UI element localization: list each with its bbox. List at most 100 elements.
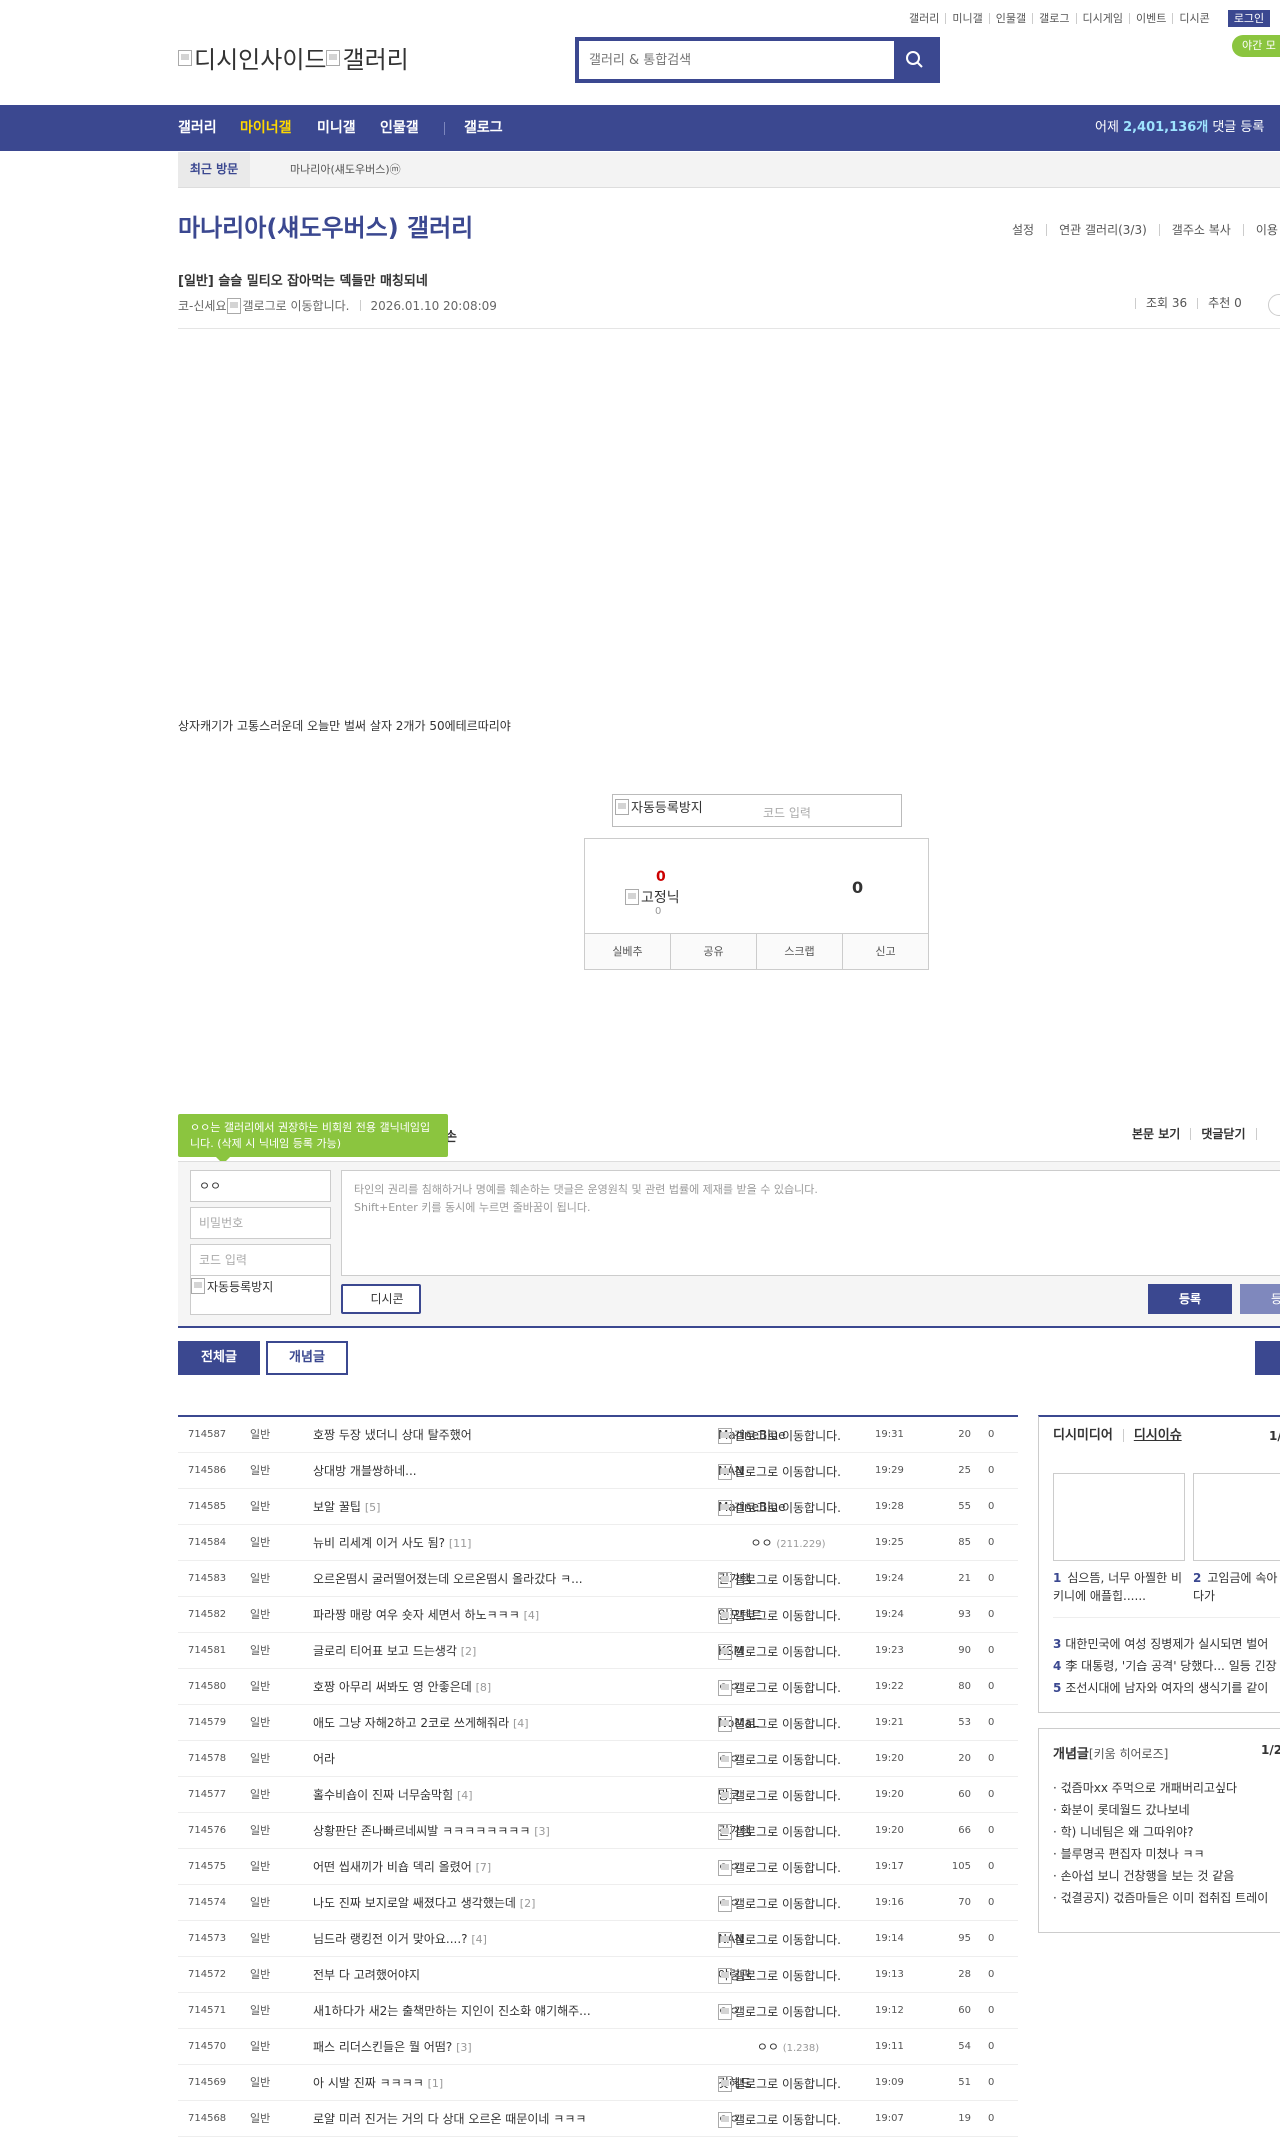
table-row[interactable]: 714571 일반 새1하다가 새2는 출책만하는 지인이 진소화 얘기해주... …: [178, 1993, 1018, 2029]
post-title-link[interactable]: 님드라 랭킹전 이거 맞아요....? [4]: [313, 1921, 487, 1957]
table-row[interactable]: 714586 일반 상대방 개블쌍하네... NAN 갤로그로 이동합니다. 19:29…: [178, 1453, 1018, 1489]
captcha-code-input[interactable]: 코드 입력: [763, 804, 811, 821]
post-title-link[interactable]: 아 시발 진짜 ㅋㅋㅋㅋ [1]: [313, 2065, 443, 2101]
reply-count[interactable]: [8]: [476, 1681, 492, 1694]
recent-visit-item[interactable]: 마나리아(섀도우버스)ⓜ: [290, 152, 401, 187]
post-writer[interactable]: ㅇㅇ갤로그로 이동합니다.: [718, 1669, 858, 1705]
post-title-link[interactable]: 홀수비숍이 진짜 너무숨막힘 [4]: [313, 1777, 473, 1813]
post-writer[interactable]: ㅇㅇ (211.229): [718, 1525, 858, 1561]
reply-count[interactable]: [4]: [513, 1717, 529, 1730]
reply-count[interactable]: [4]: [457, 1789, 473, 1802]
post-title-link[interactable]: 뉴비 리세계 이거 사도 됨? [11]: [313, 1525, 471, 1561]
related-gallery-link[interactable]: 연관 갤러리(3/3): [1047, 224, 1160, 236]
media-caption-2[interactable]: 2고임금에 속아 업소 갔다가: [1193, 1569, 1280, 1605]
media-thumb-1[interactable]: [1053, 1473, 1185, 1561]
tab-dc-issue[interactable]: 디시이슈: [1124, 1429, 1182, 1442]
tab-all-posts[interactable]: 전체글: [178, 1341, 260, 1375]
media-thumb-2[interactable]: [1193, 1473, 1280, 1561]
reply-count[interactable]: [2]: [461, 1645, 477, 1658]
nav-minor-gallery[interactable]: 마이너갤: [240, 105, 292, 151]
reply-count[interactable]: [3]: [534, 1825, 550, 1838]
table-row[interactable]: 714572 일반 전부 다 고려했어야지 야령관 갤로그로 이동합니다. 19:13 2…: [178, 1957, 1018, 1993]
post-title-link[interactable]: 전부 다 고려했어야지: [313, 1957, 420, 1993]
post-writer[interactable]: 임포텐트 갤로그로 이동합니다.: [718, 1597, 858, 1633]
view-body-button[interactable]: 본문 보기: [1122, 1128, 1192, 1140]
gallog-icon[interactable]: [226, 297, 241, 314]
post-writer[interactable]: ㅇㅇ (1.238): [718, 2029, 858, 2065]
copy-address-link[interactable]: 갤주소 복사: [1160, 224, 1244, 236]
post-title-link[interactable]: 보알 꿀팁 [5]: [313, 1489, 380, 1525]
post-title-link[interactable]: 호짱 두장 냈더니 상대 탈주했어: [313, 1417, 472, 1453]
comment-submit-button[interactable]: 등록: [1148, 1284, 1232, 1314]
top-menu-item[interactable]: 디시콘: [1173, 13, 1215, 24]
writer-gallog-link[interactable]: 갤로그로 이동합니다.: [718, 1994, 841, 2030]
tab-dc-media[interactable]: 디시미디어: [1053, 1429, 1124, 1442]
post-title-link[interactable]: 오르온떰시 굴러떨어졌는데 오르온떰시 올라갔다 ㅋ...: [313, 1561, 583, 1597]
media-list-item[interactable]: 4李 대통령, '기습 공격' 당했다... 일등 긴장: [1053, 1657, 1277, 1674]
gallery-settings-link[interactable]: 설정: [1000, 224, 1048, 236]
post-writer[interactable]: ㅇㅇ갤로그로 이동합니다.: [718, 1993, 858, 2029]
post-writer[interactable]: MarineBlue 갤로그로 이동합니다.: [718, 1489, 858, 1525]
concept-list-item[interactable]: · 걳즘마xx 주먹으로 개패버리고싶다: [1053, 1779, 1237, 1796]
search-button[interactable]: [894, 41, 936, 79]
writer-gallog-link[interactable]: 갤로그로 이동합니다.: [718, 1418, 841, 1454]
post-writer[interactable]: KSM 갤로그로 이동합니다.: [718, 1633, 858, 1669]
post-writer[interactable]: 길가행 갤로그로 이동합니다.: [718, 1813, 858, 1849]
tab-concept-posts[interactable]: 개념글: [266, 1341, 348, 1375]
table-row[interactable]: 714580 일반 호짱 아무리 써봐도 영 안좋은데 [8] ㅇㅇ 갤로그로 이동합니…: [178, 1669, 1018, 1705]
table-row[interactable]: 714579 일반 애도 그냥 자해2하고 2코로 쓰게해줘라 [4] NoMaL 갤로…: [178, 1705, 1018, 1741]
post-title-link[interactable]: 패스 리더스킨들은 뭘 어떰? [3]: [313, 2029, 472, 2065]
post-writer[interactable]: NoMaL 갤로그로 이동합니다.: [718, 1705, 858, 1741]
dccon-button[interactable]: 디시콘: [341, 1284, 421, 1314]
close-comments-button[interactable]: 댓글닫기: [1191, 1128, 1257, 1140]
nav-gallog[interactable]: 갤로그: [464, 105, 503, 151]
comment-submit-recommend-button[interactable]: 등록: [1240, 1284, 1280, 1314]
top-menu-item[interactable]: 미니갤: [946, 12, 990, 24]
post-writer[interactable]: NAN 갤로그로 이동합니다.: [718, 1921, 858, 1957]
gallery-title[interactable]: 마나리아(섀도우버스) 갤러리: [178, 208, 473, 243]
top-menu-item[interactable]: 갤로그: [1033, 12, 1077, 24]
report-button[interactable]: 신고: [843, 934, 928, 969]
writer-gallog-link[interactable]: 갤로그로 이동합니다.: [718, 1706, 841, 1742]
post-writer[interactable]: ㅇㅇ갤로그로 이동합니다.: [718, 1849, 858, 1885]
nav-gallery[interactable]: 갤러리: [178, 105, 217, 151]
post-title-link[interactable]: 글로리 티어표 보고 드는생각 [2]: [313, 1633, 476, 1669]
post-more-button[interactable]: [1268, 294, 1280, 316]
writer-gallog-link[interactable]: 갤로그로 이동합니다.: [718, 1814, 841, 1850]
table-row[interactable]: 714568 일반 로얄 미러 진거는 거의 다 상대 오르온 때문이네 ㅋㅋㅋ ㅇ…: [178, 2101, 1018, 2137]
table-row[interactable]: 714581 일반 글로리 티어표 보고 드는생각 [2] KSM 갤로그로 이동합니다…: [178, 1633, 1018, 1669]
reply-count[interactable]: [1]: [428, 2077, 444, 2090]
writer-gallog-link[interactable]: 갤로그로 이동합니다.: [718, 1490, 841, 1526]
reply-count[interactable]: [7]: [476, 1861, 492, 1874]
concept-list-item[interactable]: · 블루명곡 편집자 미쳤나 ㅋㅋ: [1053, 1845, 1205, 1862]
table-row[interactable]: 714577 일반 홀수비숍이 진짜 너무숨막힘 [4] 망코 갤로그로 이동합니다. 1…: [178, 1777, 1018, 1813]
top-menu-item[interactable]: 인물갤: [990, 12, 1034, 24]
share-button[interactable]: 공유: [671, 934, 757, 969]
writer-gallog-link[interactable]: 갤로그로 이동합니다.: [718, 1670, 841, 1706]
post-title-link[interactable]: 상대방 개블쌍하네...: [313, 1453, 417, 1489]
writer-gallog-link[interactable]: 갤로그로 이동합니다.: [718, 1562, 841, 1598]
post-title-link[interactable]: 호짱 아무리 써봐도 영 안좋은데 [8]: [313, 1669, 491, 1705]
write-button[interactable]: [1255, 1341, 1280, 1375]
writer-gallog-link[interactable]: 갤로그로 이동합니다.: [718, 2102, 841, 2138]
writer-gallog-link[interactable]: 갤로그로 이동합니다.: [718, 1634, 841, 1670]
site-logo[interactable]: 디시인사이드 갤러리: [178, 40, 409, 75]
table-row[interactable]: 714575 일반 어떤 씹새끼가 비숍 덱리 올렸어 [7] ㅇㅇ 갤로그로 이동합니…: [178, 1849, 1018, 1885]
post-title-link[interactable]: 상황판단 존나빠르네씨발 ㅋㅋㅋㅋㅋㅋㅋㅋ [3]: [313, 1813, 550, 1849]
reply-count[interactable]: [4]: [471, 1933, 487, 1946]
post-title-link[interactable]: 새1하다가 새2는 출책만하는 지인이 진소화 얘기해주...: [313, 1993, 591, 2029]
post-writer[interactable]: 길가행 갤로그로 이동합니다.: [718, 1561, 858, 1597]
writer-gallog-link[interactable]: 갤로그로 이동합니다.: [718, 1922, 841, 1958]
post-writer[interactable]: 망코 갤로그로 이동합니다.: [718, 1777, 858, 1813]
comment-textarea[interactable]: 타인의 권리를 침해하거나 명예를 훼손하는 댓글은 운영원칙 및 관련 법률에…: [341, 1170, 1280, 1276]
writer-gallog-link[interactable]: 갤로그로 이동합니다.: [718, 1454, 841, 1490]
post-writer[interactable]: 야령관 갤로그로 이동합니다.: [718, 1957, 858, 1993]
writer-gallog-link[interactable]: 갤로그로 이동합니다.: [718, 1598, 841, 1634]
table-row[interactable]: 714574 일반 나도 진짜 보지로알 쌔졌다고 생각했는데 [2] ㅇㅇ 갤로그로 …: [178, 1885, 1018, 1921]
writer-gallog-link[interactable]: 갤로그로 이동합니다.: [718, 2066, 841, 2102]
table-row[interactable]: 714573 일반 님드라 랭킹전 이거 맞아요....? [4] NAN 갤로그로 이…: [178, 1921, 1018, 1957]
table-row[interactable]: 714585 일반 보알 꿀팁 [5] MarineBlue 갤로그로 이동합니다. 19…: [178, 1489, 1018, 1525]
table-row[interactable]: 714587 일반 호짱 두장 냈더니 상대 탈주했어 MarineBlue 갤로그로…: [178, 1417, 1018, 1453]
reply-count[interactable]: [11]: [449, 1537, 472, 1550]
nav-person-gallery[interactable]: 인물갤: [380, 105, 419, 151]
